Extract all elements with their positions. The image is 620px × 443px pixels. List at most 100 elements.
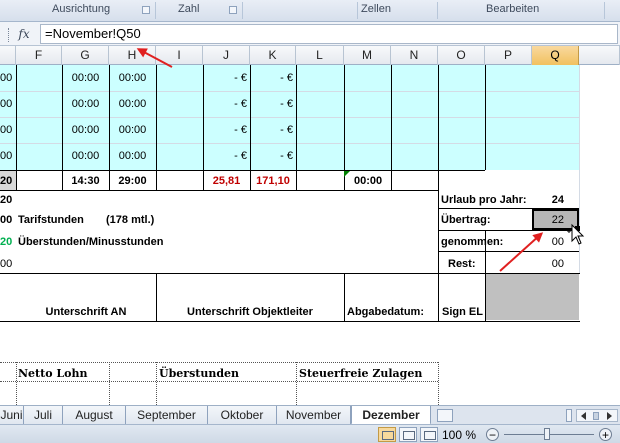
column-header-k[interactable]: K <box>250 46 296 65</box>
ribbon-group-ausrichtung[interactable]: Ausrichtung <box>52 3 110 15</box>
cell-e-row3[interactable]: 00 <box>0 123 14 137</box>
cell-e-row1[interactable]: 00 <box>0 71 14 85</box>
formula-bar: fx =November!Q50 <box>0 22 620 46</box>
cell-j-total[interactable]: 25,81 <box>203 174 250 188</box>
cell-e-total[interactable]: 20 <box>0 174 14 188</box>
cell-e-ueberstunden[interactable]: 20 <box>0 235 14 249</box>
insert-function-button[interactable]: fx <box>0 22 38 46</box>
column-header-l[interactable]: L <box>296 46 344 65</box>
zoom-in-icon[interactable]: + <box>599 428 612 441</box>
cell-k-row1[interactable]: - € <box>250 71 293 85</box>
cell-m-total[interactable]: 00:00 <box>354 174 391 188</box>
scroll-right-icon[interactable] <box>607 412 612 420</box>
scroll-left-icon[interactable] <box>581 412 586 420</box>
tab-juli[interactable]: Juli <box>24 406 63 425</box>
cell-g-row2[interactable]: 00:00 <box>62 97 109 111</box>
rest-value[interactable]: 00 <box>536 257 564 271</box>
cell-k-row2[interactable]: - € <box>250 97 293 111</box>
cell-border <box>438 190 439 273</box>
ribbon-separator <box>437 2 438 19</box>
column-header-m[interactable]: M <box>344 46 391 65</box>
tab-november[interactable]: November <box>277 406 351 425</box>
cell-h-row3[interactable]: 00:00 <box>109 123 156 137</box>
column-header-partial[interactable] <box>0 46 16 65</box>
zoom-out-icon[interactable]: − <box>486 428 499 441</box>
zoom-level[interactable]: 100 % <box>442 428 476 442</box>
column-header-n[interactable]: N <box>391 46 438 65</box>
cell-h-row2[interactable]: 00:00 <box>109 97 156 111</box>
sheet-grid[interactable]: 00 00:00 00:00 - € - € 00 00:00 00:00 - … <box>0 65 620 405</box>
ribbon-separator <box>155 2 156 19</box>
cell-j-row2[interactable]: - € <box>203 97 247 111</box>
netto-lohn-header: Netto Lohn <box>18 367 88 380</box>
tab-split-handle[interactable] <box>566 409 572 422</box>
cell-k-total[interactable]: 171,10 <box>250 174 296 188</box>
uebertrag-value[interactable]: 22 <box>536 213 564 227</box>
cell-e-row6[interactable]: 20 <box>0 193 14 207</box>
column-header-j[interactable]: J <box>203 46 250 65</box>
insert-sheet-icon[interactable] <box>437 409 453 422</box>
cell-border <box>438 251 579 252</box>
dotted-border <box>438 362 439 405</box>
cell-k-row3[interactable]: - € <box>250 123 293 137</box>
ribbon-group-bearbeiten[interactable]: Bearbeiten <box>486 3 539 15</box>
ribbon-separator <box>604 2 605 19</box>
cell-e-row2[interactable]: 00 <box>0 97 14 111</box>
column-header-g[interactable]: G <box>62 46 109 65</box>
cell-border <box>485 65 486 170</box>
cell-border <box>0 321 580 322</box>
cell-border <box>16 65 17 190</box>
tab-september[interactable]: September <box>126 406 208 425</box>
cell-e-row9[interactable]: 00 <box>0 257 14 271</box>
cell-e-tarif[interactable]: 00 <box>0 213 14 227</box>
sign-el-gray-cell <box>486 274 579 320</box>
cell-j-row4[interactable]: - € <box>203 149 247 163</box>
horizontal-scrollbar[interactable] <box>576 409 618 422</box>
move-cursor-icon <box>567 223 585 245</box>
tab-august[interactable]: August <box>63 406 126 425</box>
genommen-label: genommen: <box>441 236 504 248</box>
ribbon-separator <box>242 2 243 19</box>
cell-h-total[interactable]: 29:00 <box>109 174 156 188</box>
ausrichtung-launcher-icon[interactable] <box>142 6 150 14</box>
cell-g-row1[interactable]: 00:00 <box>62 71 109 85</box>
rest-label: Rest: <box>448 258 476 270</box>
formula-input[interactable]: =November!Q50 <box>40 24 618 44</box>
tab-dezember[interactable]: Dezember <box>351 406 431 425</box>
cell-j-row3[interactable]: - € <box>203 123 247 137</box>
cell-j-row1[interactable]: - € <box>203 71 247 85</box>
unterschrift-an-label: Unterschrift AN <box>45 306 127 318</box>
tarifstunden-note: (178 mtl.) <box>106 214 155 226</box>
column-header-o[interactable]: O <box>438 46 485 65</box>
ribbon-group-zellen[interactable]: Zellen <box>361 3 391 15</box>
dotted-border <box>156 362 157 405</box>
column-header-p[interactable]: P <box>485 46 532 65</box>
cell-h-row1[interactable]: 00:00 <box>109 71 156 85</box>
comment-indicator-icon <box>344 171 350 177</box>
cell-border <box>438 273 439 321</box>
cell-g-row4[interactable]: 00:00 <box>62 149 109 163</box>
cell-g-total[interactable]: 14:30 <box>62 174 109 188</box>
abgabedatum-label: Abgabedatum: <box>347 306 424 318</box>
tab-juni[interactable]: Juni <box>0 406 24 425</box>
cell-g-row3[interactable]: 00:00 <box>62 123 109 137</box>
page-break-view-button[interactable] <box>420 427 438 442</box>
zoom-slider-thumb[interactable] <box>544 428 550 440</box>
gridline <box>0 91 579 92</box>
cell-h-row4[interactable]: 00:00 <box>109 149 156 163</box>
urlaub-pro-jahr-value[interactable]: 24 <box>536 193 564 207</box>
cell-border <box>296 65 297 190</box>
cell-k-row4[interactable]: - € <box>250 149 293 163</box>
sheet-tab-bar: Juni Juli August September Oktober Novem… <box>0 405 620 425</box>
scroll-thumb[interactable] <box>593 412 599 420</box>
tab-oktober[interactable]: Oktober <box>208 406 277 425</box>
column-header-next[interactable] <box>579 46 620 65</box>
ribbon-group-zahl[interactable]: Zahl <box>178 3 199 15</box>
column-header-f[interactable]: F <box>16 46 62 65</box>
column-header-q[interactable]: Q <box>532 46 579 65</box>
cell-e-row4[interactable]: 00 <box>0 149 14 163</box>
normal-view-button[interactable] <box>378 427 396 442</box>
zahl-launcher-icon[interactable] <box>229 6 237 14</box>
gridline <box>0 117 579 118</box>
page-layout-view-button[interactable] <box>399 427 417 442</box>
